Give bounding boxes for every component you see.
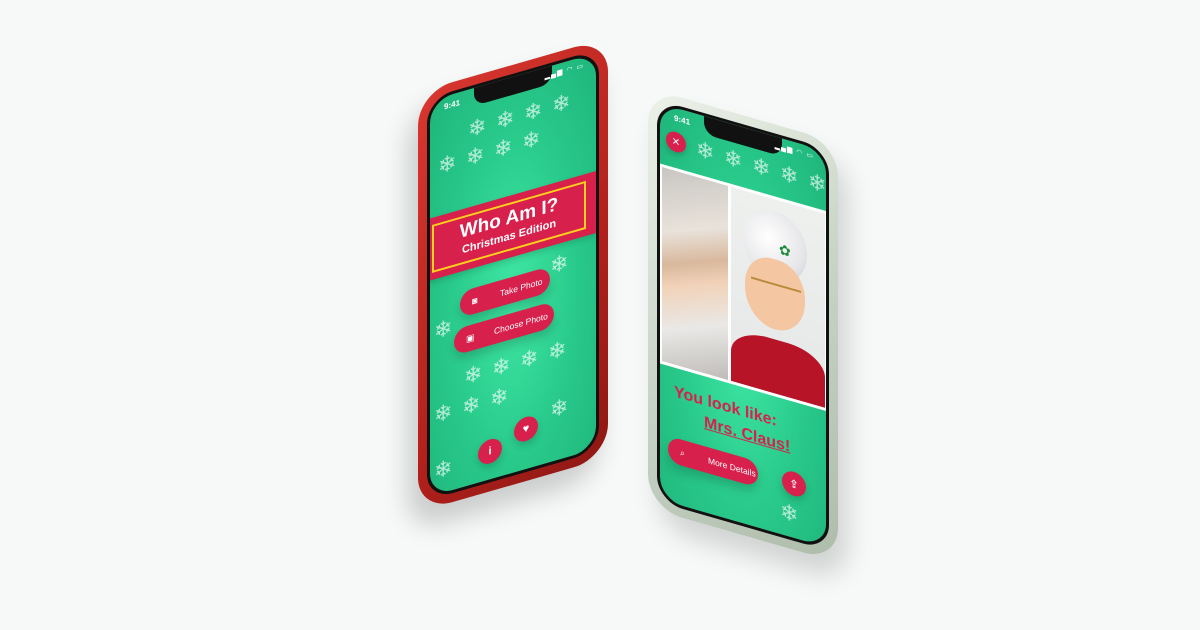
snowflake-icon: ❄ bbox=[550, 392, 569, 424]
favorite-button[interactable]: ♥ bbox=[514, 413, 538, 445]
title-banner: Who Am I? Christmas Edition bbox=[427, 165, 599, 283]
snowflake-icon: ❄ bbox=[494, 132, 513, 164]
status-icons: ▂▄▆ ◠ ▭ bbox=[544, 62, 584, 81]
phone-notch bbox=[704, 116, 782, 157]
info-button[interactable]: i bbox=[478, 435, 502, 467]
take-photo-label: Take Photo bbox=[500, 276, 543, 299]
heart-icon: ♥ bbox=[522, 422, 530, 436]
snowflake-icon: ❄ bbox=[438, 148, 457, 180]
snowflake-icon: ❄ bbox=[696, 135, 715, 167]
status-icons: ▂▄▆ ◠ ▭ bbox=[774, 142, 814, 161]
share-button[interactable]: ⇪ bbox=[782, 468, 806, 500]
image-icon: ▣ bbox=[466, 331, 475, 344]
red-phone-mockup: 9:41 ▂▄▆ ◠ ▭ ❄ ❄ ❄ ❄ ❄ ❄ ❄ ❄ Who Am I? C… bbox=[418, 37, 608, 513]
user-photo bbox=[662, 167, 728, 380]
snowflake-icon: ❄ bbox=[466, 140, 485, 172]
info-icon: i bbox=[488, 444, 492, 458]
status-time: 9:41 bbox=[674, 113, 691, 128]
search-icon: ⌕ bbox=[680, 446, 686, 459]
snowflake-icon: ❄ bbox=[524, 96, 543, 127]
snowflake-icon: ❄ bbox=[434, 314, 453, 345]
more-details-label: More Details bbox=[708, 455, 756, 479]
snowflake-icon: ❄ bbox=[780, 159, 799, 191]
snowflake-icon: ❄ bbox=[434, 398, 453, 429]
comparison-photos: ✿ bbox=[660, 163, 826, 412]
status-time: 9:41 bbox=[444, 97, 461, 112]
snowflake-icon: ❄ bbox=[464, 359, 483, 390]
snowflake-icon: ❄ bbox=[520, 343, 539, 374]
result-screen: 9:41 ▂▄▆ ◠ ▭ ✕ ❄ ❄ ❄ ❄ ❄ ✿ You look like… bbox=[657, 99, 829, 551]
snowflake-icon: ❄ bbox=[724, 143, 743, 175]
snowflake-icon: ❄ bbox=[552, 88, 571, 119]
snowflake-icon: ❄ bbox=[752, 151, 771, 183]
close-icon: ✕ bbox=[671, 135, 681, 149]
choose-photo-label: Choose Photo bbox=[494, 310, 548, 337]
green-phone-mockup: 9:41 ▂▄▆ ◠ ▭ ✕ ❄ ❄ ❄ ❄ ❄ ✿ You look like… bbox=[648, 88, 838, 563]
snowflake-icon: ❄ bbox=[462, 390, 481, 421]
share-icon: ⇪ bbox=[789, 477, 799, 492]
snowflake-icon: ❄ bbox=[550, 248, 569, 280]
holly-icon: ✿ bbox=[779, 240, 791, 260]
snowflake-icon: ❄ bbox=[808, 167, 827, 199]
snowflake-icon: ❄ bbox=[548, 335, 567, 366]
mockup-stage: 9:41 ▂▄▆ ◠ ▭ ❄ ❄ ❄ ❄ ❄ ❄ ❄ ❄ Who Am I? C… bbox=[0, 0, 1200, 630]
camera-icon: ◙ bbox=[472, 294, 478, 307]
snowflake-icon: ❄ bbox=[490, 382, 509, 413]
snowflake-icon: ❄ bbox=[468, 112, 487, 143]
snowflake-icon: ❄ bbox=[522, 124, 541, 156]
snowflake-icon: ❄ bbox=[780, 497, 799, 529]
snowflake-icon: ❄ bbox=[434, 454, 453, 485]
character-illustration: ✿ bbox=[731, 186, 825, 408]
snowflake-icon: ❄ bbox=[492, 351, 511, 382]
home-screen: 9:41 ▂▄▆ ◠ ▭ ❄ ❄ ❄ ❄ ❄ ❄ ❄ ❄ Who Am I? C… bbox=[427, 49, 599, 501]
close-button[interactable]: ✕ bbox=[666, 129, 686, 155]
snowflake-icon: ❄ bbox=[496, 104, 515, 135]
illustration-dress bbox=[731, 326, 825, 408]
